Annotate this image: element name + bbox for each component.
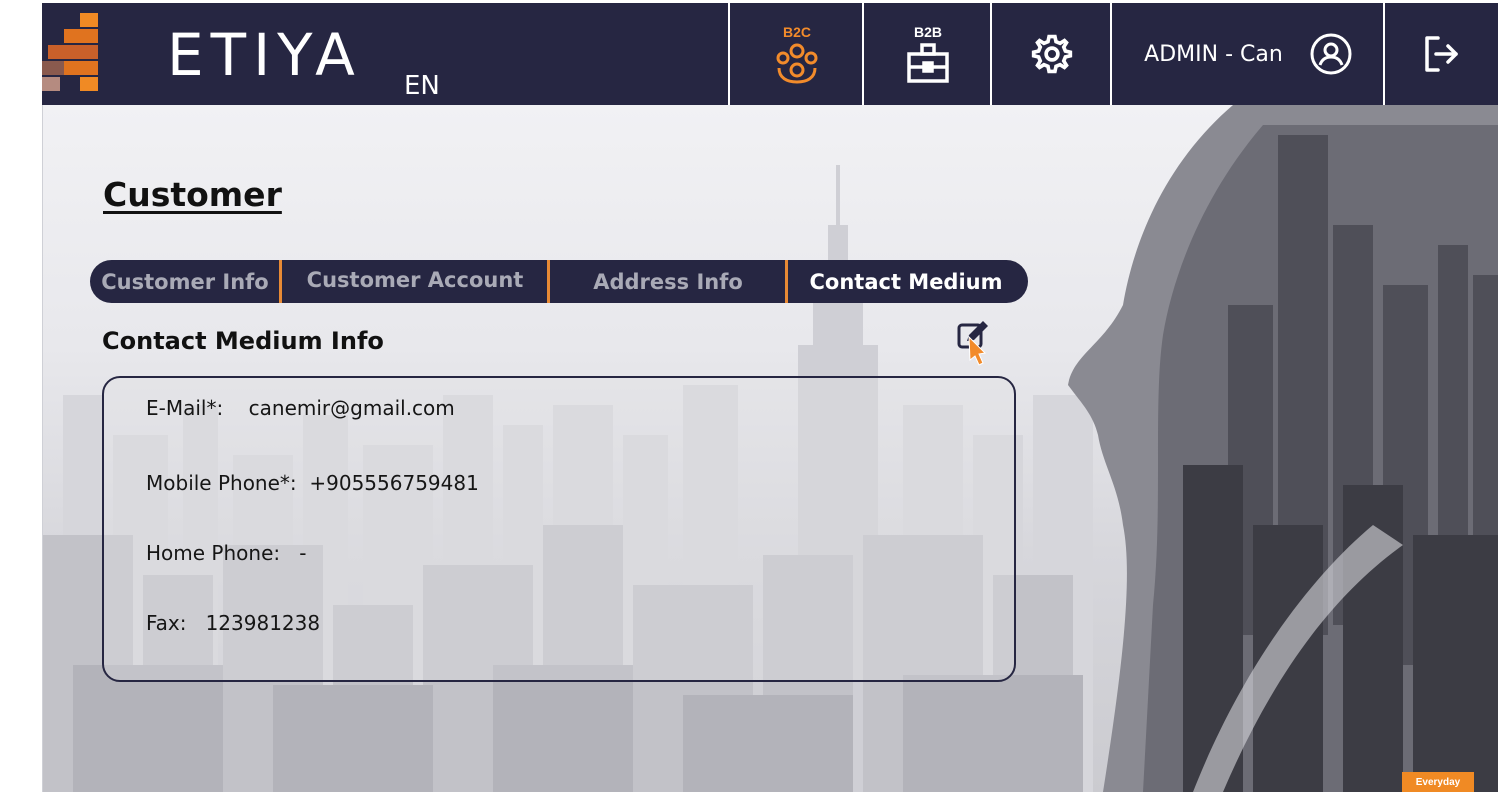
settings-button[interactable] (990, 3, 1112, 105)
page-title: Customer (103, 175, 282, 214)
b2c-label: B2C (782, 24, 811, 40)
user-circle-icon (1310, 33, 1352, 75)
email-label: E-Mail*: (146, 396, 224, 420)
user-menu[interactable]: ADMIN - Can (1110, 3, 1385, 105)
user-name: ADMIN - Can (1144, 41, 1283, 67)
mobile-phone-label: Mobile Phone*: (146, 471, 297, 495)
tab-address-info[interactable]: Address Info (550, 260, 786, 303)
fax-value: 123981238 (205, 611, 321, 635)
edit-icon (957, 321, 988, 366)
home-phone-label: Home Phone: (146, 541, 281, 565)
tab-customer-info[interactable]: Customer Info (90, 260, 280, 303)
fax-row: Fax: 123981238 (146, 611, 320, 635)
mobile-phone-value: +905556759481 (309, 471, 479, 495)
gear-icon (1031, 34, 1073, 74)
briefcase-icon (907, 43, 949, 83)
etiya-logo-icon (42, 13, 98, 91)
b2c-button[interactable]: B2C (728, 3, 864, 105)
brand-name: ETIYA (167, 21, 362, 89)
content-left-border (42, 105, 43, 792)
logout-icon (1424, 36, 1458, 72)
email-value: canemir@gmail.com (248, 396, 455, 420)
contact-medium-info-box: E-Mail*: canemir@gmail.com Mobile Phone*… (102, 376, 1016, 682)
section-title: Contact Medium Info (102, 327, 384, 355)
tab-contact-medium[interactable]: Contact Medium (788, 260, 1024, 303)
mobile-phone-row: Mobile Phone*: +905556759481 (146, 471, 479, 495)
b2b-label: B2B (913, 24, 942, 40)
logout-button[interactable] (1383, 3, 1498, 105)
email-row: E-Mail*: canemir@gmail.com (146, 396, 455, 420)
customer-tabs: Customer Info Customer Account Address I… (90, 260, 1028, 303)
edit-button[interactable] (955, 317, 995, 373)
b2b-button[interactable]: B2B (862, 3, 992, 105)
people-group-icon (776, 43, 818, 84)
left-margin (0, 0, 42, 792)
everyday-badge: Everyday (1402, 772, 1474, 792)
home-phone-value: - (299, 541, 307, 565)
top-navigation-bar: ETIYA EN B2C B2B ADMIN - Can (42, 3, 1498, 105)
tab-customer-account[interactable]: Customer Account (282, 258, 548, 301)
home-phone-row: Home Phone: - (146, 541, 306, 565)
fax-label: Fax: (146, 611, 187, 635)
language-selector[interactable]: EN (404, 71, 440, 101)
